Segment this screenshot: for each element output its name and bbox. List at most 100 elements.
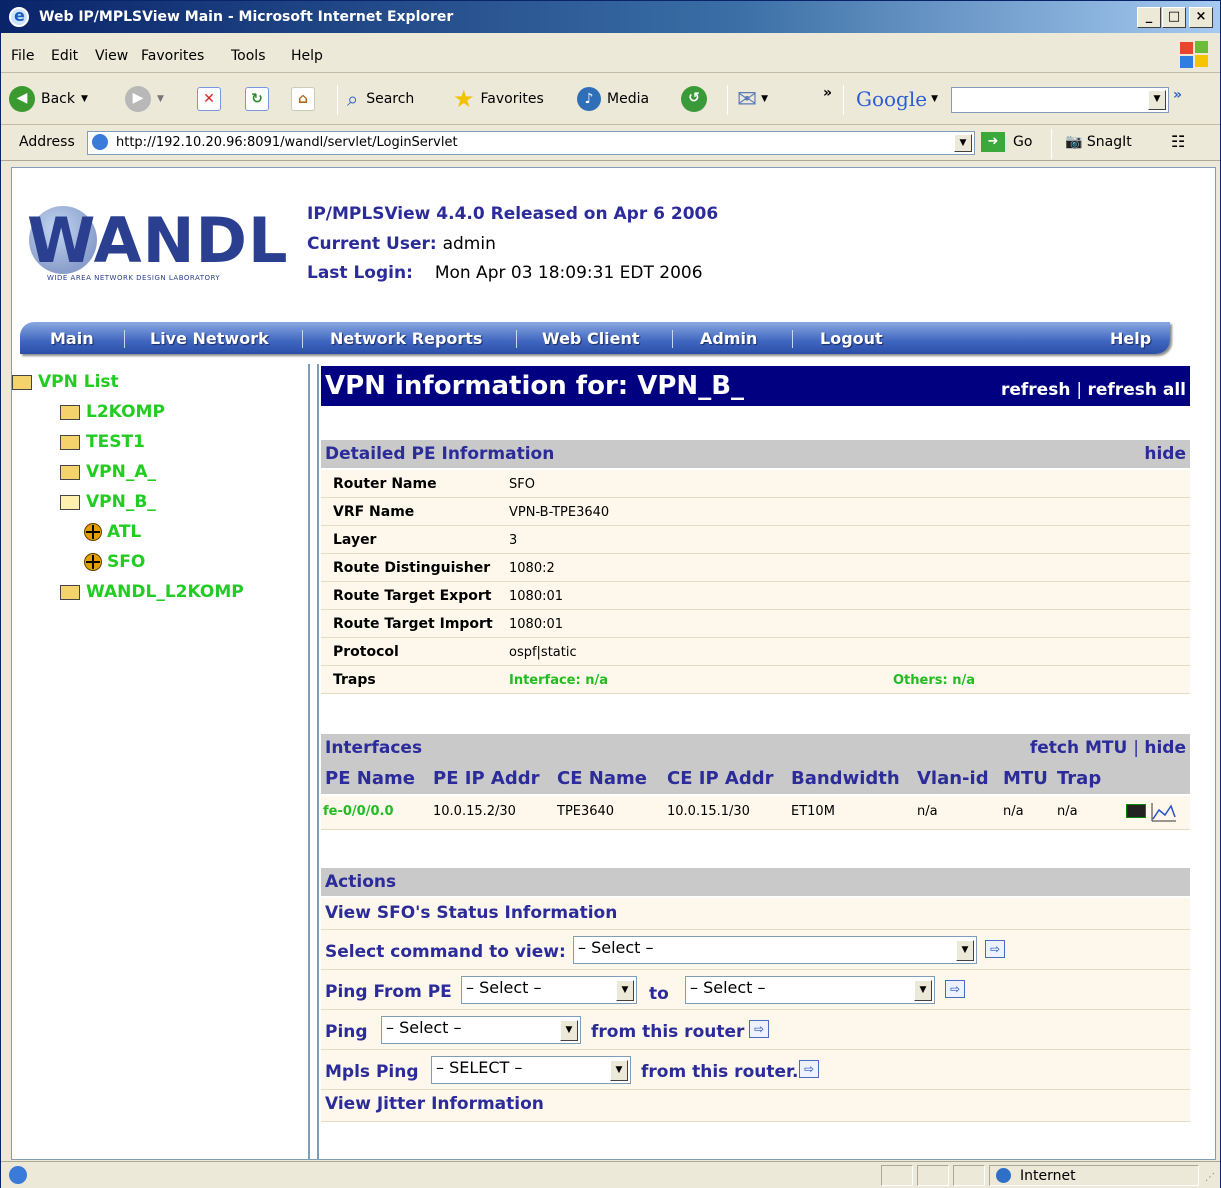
- ping-from-pe-select[interactable]: – Select – ▼: [461, 976, 637, 1004]
- refresh-link[interactable]: refresh: [1001, 380, 1070, 400]
- go-arrow-icon[interactable]: ⇨: [945, 980, 965, 998]
- history-icon: ↺: [681, 86, 707, 112]
- mpls-ping-select[interactable]: – SELECT – ▼: [431, 1056, 631, 1084]
- col-trap: Trap: [1057, 768, 1102, 789]
- toolbar: ◀ Back ▼ ▶ ▼ ✕ ↻ ⌂ ⌕ Search ★ Favorites …: [1, 73, 1220, 125]
- ping-select[interactable]: – Select – ▼: [381, 1016, 581, 1044]
- go-arrow-icon[interactable]: ⇨: [985, 940, 1005, 958]
- close-button[interactable]: ×: [1189, 7, 1213, 28]
- browser-window: Web IP/MPLSView Main - Microsoft Interne…: [0, 0, 1221, 1188]
- mail-button[interactable]: ✉ ▼: [737, 83, 768, 115]
- wandl-logo: WANDL WIDE AREA NETWORK DESIGN LABORATOR…: [27, 204, 289, 282]
- go-button[interactable]: ➜ Go: [981, 132, 1032, 152]
- chevron-down-icon: ▼: [914, 980, 932, 1001]
- stop-button[interactable]: ✕: [197, 83, 221, 115]
- page-content: WANDL WIDE AREA NETWORK DESIGN LABORATOR…: [11, 167, 1216, 1160]
- nav-logout[interactable]: Logout: [820, 329, 883, 348]
- zone-pane: Internet: [989, 1165, 1199, 1186]
- go-arrow-icon[interactable]: ⇨: [749, 1020, 769, 1038]
- google-toolbar-button[interactable]: Google ▼: [856, 83, 938, 115]
- tree-item-vpn-b[interactable]: VPN_B_: [60, 492, 156, 512]
- refresh-button[interactable]: ↻: [245, 83, 269, 115]
- hide-interfaces-link[interactable]: hide: [1144, 738, 1186, 758]
- google-overflow-icon[interactable]: »: [1173, 79, 1182, 111]
- nav-help[interactable]: Help: [1110, 329, 1151, 348]
- router-icon: [84, 523, 102, 541]
- nav-web-client[interactable]: Web Client: [542, 329, 640, 348]
- go-arrow-icon[interactable]: ⇨: [799, 1060, 819, 1078]
- forward-button[interactable]: ▶ ▼: [125, 83, 164, 115]
- menu-edit[interactable]: Edit: [51, 48, 78, 64]
- col-bandwidth: Bandwidth: [791, 768, 900, 789]
- table-row: fe-0/0/0.0 10.0.15.2/30 TPE3640 10.0.15.…: [321, 796, 1190, 830]
- search-icon: ⌕: [347, 87, 359, 111]
- menu-view[interactable]: View: [95, 48, 128, 64]
- tree-item-l2komp[interactable]: L2KOMP: [60, 402, 165, 422]
- view-status-link[interactable]: View SFO's Status Information: [325, 903, 617, 923]
- search-button[interactable]: ⌕ Search: [347, 83, 414, 115]
- col-pe-name: PE Name: [325, 768, 415, 789]
- chevron-down-icon: ▼: [560, 1020, 578, 1041]
- tree-root-vpn-list[interactable]: VPN List: [12, 372, 119, 392]
- tree-item-vpn-a[interactable]: VPN_A_: [60, 462, 156, 482]
- chevron-down-icon[interactable]: ▼: [931, 94, 938, 104]
- command-select[interactable]: – Select – ▼: [573, 936, 977, 964]
- col-mtu: MTU: [1003, 768, 1048, 789]
- toolbar-options-icon[interactable]: ☷: [1171, 132, 1185, 151]
- forward-arrow-icon: ▶: [125, 86, 151, 112]
- toolbar-overflow-icon[interactable]: »: [823, 77, 832, 109]
- vpn-tree: VPN List L2KOMP TEST1 VPN_A_ VPN_B_ ATL …: [12, 364, 310, 1159]
- nav-network-reports[interactable]: Network Reports: [330, 329, 482, 348]
- view-jitter-link[interactable]: View Jitter Information: [325, 1094, 544, 1114]
- camera-icon: 📷: [1065, 134, 1083, 150]
- menu-tools[interactable]: Tools: [231, 48, 266, 64]
- action-row: View Jitter Information: [321, 1090, 1190, 1122]
- resize-grip-icon[interactable]: ⋰: [1205, 1172, 1215, 1183]
- nav-admin[interactable]: Admin: [700, 329, 757, 348]
- tree-item-atl[interactable]: ATL: [84, 522, 141, 542]
- chevron-down-icon[interactable]: ▼: [761, 94, 768, 104]
- history-button[interactable]: ↺: [681, 83, 707, 115]
- menu-file[interactable]: File: [11, 48, 34, 64]
- back-arrow-icon: ◀: [9, 86, 35, 112]
- ie-icon: [9, 6, 29, 27]
- vpn-info-panel: VPN information for: VPN_B_ refresh | re…: [317, 364, 1215, 1159]
- menu-favorites[interactable]: Favorites: [141, 48, 204, 64]
- go-arrow-icon: ➜: [981, 132, 1005, 152]
- col-ce-name: CE Name: [557, 768, 647, 789]
- hide-pe-link[interactable]: hide: [1144, 444, 1186, 464]
- chart-icon[interactable]: [1151, 802, 1177, 822]
- chevron-down-icon[interactable]: ▼: [954, 134, 972, 152]
- back-button[interactable]: ◀ Back ▼: [9, 83, 88, 115]
- ping-to-select[interactable]: – Select – ▼: [685, 976, 935, 1004]
- media-label: Media: [607, 91, 650, 107]
- monitor-icon[interactable]: [1126, 804, 1146, 818]
- zone-label: Internet: [1020, 1168, 1076, 1184]
- tree-item-sfo[interactable]: SFO: [84, 552, 145, 572]
- tree-item-wandl-l2komp[interactable]: WANDL_L2KOMP: [60, 582, 244, 602]
- pe-info-header: Detailed PE Information hide: [321, 440, 1190, 468]
- favorites-button[interactable]: ★ Favorites: [453, 83, 544, 115]
- maximize-button[interactable]: □: [1162, 7, 1186, 28]
- traps-others[interactable]: Others: n/a: [893, 673, 975, 688]
- traps-interface[interactable]: Interface: n/a: [509, 673, 608, 688]
- minimize-button[interactable]: _: [1137, 7, 1161, 28]
- nav-main[interactable]: Main: [50, 329, 94, 348]
- google-search-input[interactable]: ▼: [951, 87, 1169, 113]
- interface-pe-name[interactable]: fe-0/0/0.0: [323, 804, 393, 819]
- action-row: Select command to view: – Select – ▼ ⇨: [321, 930, 1190, 970]
- page-title: VPN information for: VPN_B_: [325, 371, 745, 401]
- refresh-all-link[interactable]: refresh all: [1088, 380, 1187, 400]
- fetch-mtu-link[interactable]: fetch MTU: [1030, 738, 1127, 758]
- snagit-button[interactable]: 📷 SnagIt: [1065, 134, 1132, 150]
- tree-item-test1[interactable]: TEST1: [60, 432, 145, 452]
- chevron-down-icon[interactable]: ▼: [157, 94, 164, 104]
- address-input[interactable]: http://192.10.20.96:8091/wandl/servlet/L…: [87, 131, 975, 155]
- actions-header: Actions: [321, 868, 1190, 896]
- chevron-down-icon[interactable]: ▼: [81, 94, 88, 104]
- menu-help[interactable]: Help: [291, 48, 323, 64]
- media-button[interactable]: ♪ Media: [577, 83, 649, 115]
- nav-live-network[interactable]: Live Network: [150, 329, 269, 348]
- home-button[interactable]: ⌂: [291, 83, 315, 115]
- chevron-down-icon[interactable]: ▼: [1148, 90, 1166, 110]
